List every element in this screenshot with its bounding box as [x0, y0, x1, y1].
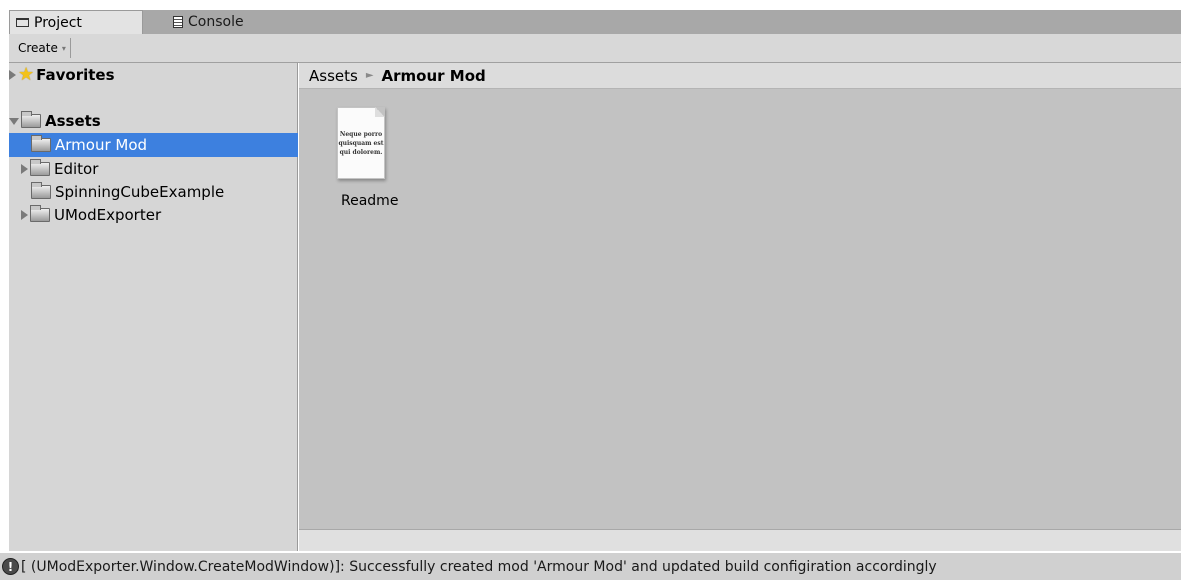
folder-icon — [31, 182, 51, 199]
create-label: Create — [18, 41, 58, 55]
project-toolbar: Create ▾ — [9, 34, 1181, 63]
folder-icon — [30, 205, 50, 222]
tree-item-favorites[interactable]: ★ Favorites — [9, 63, 298, 87]
tab-console[interactable]: Console — [167, 10, 287, 34]
folder-icon — [16, 18, 29, 27]
asset-grid: Neque porro quisquam est qui dolorem. Re… — [299, 89, 1181, 529]
expand-arrow-icon[interactable] — [21, 164, 28, 174]
breadcrumb: Assets ► Armour Mod — [299, 63, 1181, 89]
folder-icon — [30, 159, 50, 176]
status-message: [ (UModExporter.Window.CreateModWindow)]… — [21, 558, 937, 575]
tree-item-umodexporter[interactable]: UModExporter — [9, 203, 298, 227]
breadcrumb-current[interactable]: Armour Mod — [382, 67, 486, 85]
content-footer-bar — [299, 529, 1181, 551]
breadcrumb-separator-icon: ► — [365, 70, 374, 81]
tree-item-label: Editor — [54, 160, 99, 178]
folder-icon — [21, 111, 41, 128]
folder-icon — [31, 135, 51, 152]
tree-item-spinningcubeexample[interactable]: SpinningCubeExample — [9, 180, 298, 204]
create-dropdown-button[interactable]: Create ▾ — [14, 38, 71, 58]
tab-strip: Project Console — [9, 10, 1181, 34]
tree-item-armour-mod[interactable]: Armour Mod — [9, 133, 298, 157]
info-icon: ! — [2, 558, 19, 575]
breadcrumb-root[interactable]: Assets — [309, 67, 358, 85]
chevron-down-icon: ▾ — [61, 43, 66, 53]
tab-console-label: Console — [188, 14, 244, 30]
tree-item-editor[interactable]: Editor — [9, 157, 298, 181]
tab-project[interactable]: Project — [9, 10, 143, 34]
collapse-arrow-icon[interactable] — [9, 117, 19, 125]
expand-arrow-icon[interactable] — [9, 70, 16, 80]
asset-label: Readme — [341, 193, 399, 209]
tree-item-assets[interactable]: Assets — [9, 109, 298, 133]
tab-project-label: Project — [34, 14, 82, 31]
tree-item-label: SpinningCubeExample — [55, 183, 225, 201]
tree-item-label: UModExporter — [54, 206, 162, 224]
asset-item-readme[interactable]: Neque porro quisquam est qui dolorem. Re… — [337, 107, 399, 209]
console-icon — [173, 16, 183, 28]
doc-preview-line: Neque porro — [339, 130, 383, 138]
tree-item-assets-label: Assets — [45, 112, 101, 130]
doc-preview-line: quisquam est — [338, 139, 384, 147]
tree-item-label: Armour Mod — [55, 136, 148, 154]
tree-item-favorites-label: Favorites — [36, 66, 115, 84]
star-icon: ★ — [18, 64, 35, 85]
status-bar[interactable]: ! [ (UModExporter.Window.CreateModWindow… — [0, 553, 1181, 580]
doc-preview-line: qui dolorem. — [339, 148, 383, 156]
text-document-icon: Neque porro quisquam est qui dolorem. — [337, 107, 385, 179]
folder-tree: ★ Favorites Assets Armour Mod Editor Spi… — [9, 63, 298, 551]
expand-arrow-icon[interactable] — [21, 210, 28, 220]
